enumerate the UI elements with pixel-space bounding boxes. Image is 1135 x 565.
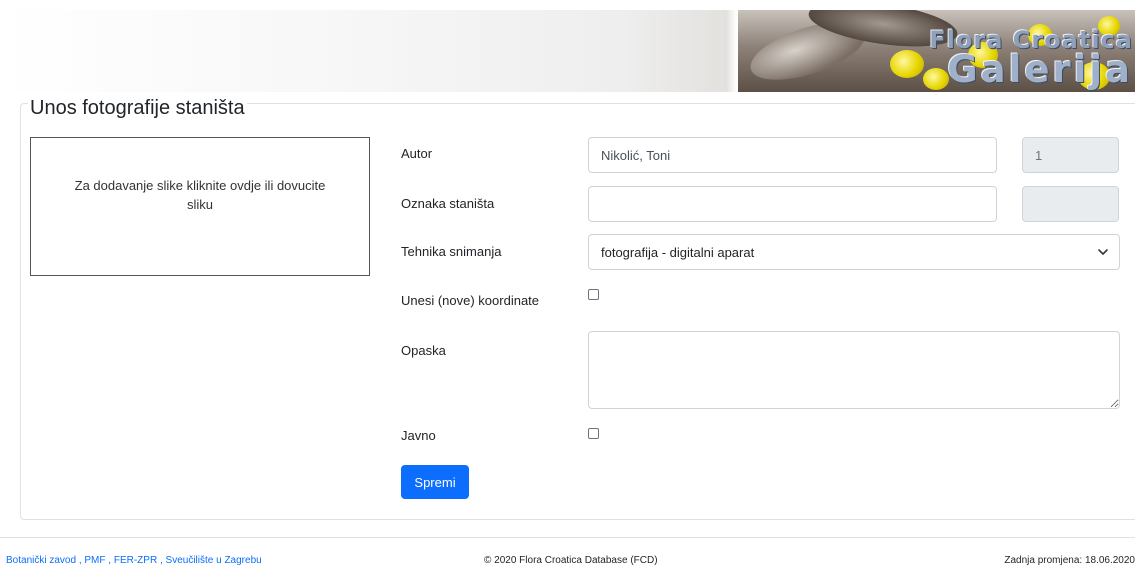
footer-last-change: Zadnja promjena: 18.06.2020 xyxy=(1004,555,1135,565)
footer-copyright: © 2020 Flora Croatica Database (FCD) xyxy=(484,555,658,565)
tehnika-selected-value: fotografija - digitalni aparat xyxy=(601,244,755,260)
footer-link-fer-zpr[interactable]: FER-ZPR xyxy=(114,555,157,565)
logo-subtitle: Galerija xyxy=(947,48,1133,91)
koordinate-checkbox[interactable] xyxy=(588,289,599,300)
javno-label: Javno xyxy=(401,428,436,443)
dropzone-text: Za dodavanje slike kliknite ovdje ili do… xyxy=(74,177,326,212)
flower-shape xyxy=(890,50,924,78)
tehnika-label: Tehnika snimanja xyxy=(401,244,502,259)
tehnika-select[interactable]: fotografija - digitalni aparat xyxy=(588,234,1120,270)
oznaka-label: Oznaka staništa xyxy=(401,196,495,211)
autor-input[interactable] xyxy=(588,137,997,173)
flower-shape xyxy=(923,68,949,90)
footer-link-sveuciliste[interactable]: Sveučilište u Zagrebu xyxy=(166,555,262,565)
footer-link-botanicki-zavod[interactable]: Botanički zavod xyxy=(6,555,76,565)
opaska-textarea[interactable] xyxy=(588,331,1120,409)
koordinate-label: Unesi (nove) koordinate xyxy=(401,293,540,308)
banner-photo: Flora Croatica Galerija xyxy=(738,10,1135,92)
opaska-label: Opaska xyxy=(401,343,446,358)
fieldset-legend: Unos fotografije staništa xyxy=(28,97,247,120)
oznaka-input[interactable] xyxy=(588,186,997,222)
autor-id-field xyxy=(1022,137,1119,173)
footer-links: Botanički zavod , PMF , FER-ZPR , Sveuči… xyxy=(6,555,262,565)
javno-checkbox[interactable] xyxy=(588,428,599,439)
autor-label: Autor xyxy=(401,146,433,161)
footer-link-pmf[interactable]: PMF xyxy=(84,555,105,565)
image-dropzone[interactable]: Za dodavanje slike kliknite ovdje ili do… xyxy=(30,137,370,276)
save-button[interactable]: Spremi xyxy=(401,465,469,499)
chevron-down-icon xyxy=(1098,249,1108,255)
oznaka-id-field xyxy=(1022,186,1119,222)
footer-divider xyxy=(0,537,1135,538)
